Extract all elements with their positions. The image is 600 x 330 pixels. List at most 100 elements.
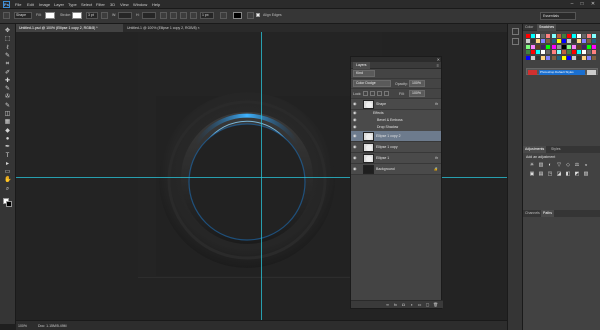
color-swatch[interactable] (561, 39, 566, 44)
color-swatch[interactable] (551, 55, 556, 60)
effect-row[interactable]: ◉ Drop Shadow (351, 124, 441, 131)
color-swatch[interactable] (556, 39, 561, 44)
color-swatch[interactable] (551, 50, 556, 55)
tool-mode-select[interactable]: Shape (14, 12, 32, 19)
swatch-grid[interactable] (526, 34, 598, 62)
color-swatch[interactable] (561, 44, 566, 49)
gradient-tool-icon[interactable]: ▦ (4, 119, 11, 126)
menu-window[interactable]: Window (133, 2, 147, 7)
adjustment-icon[interactable]: ☀ (529, 162, 535, 168)
color-swatch[interactable] (566, 34, 571, 38)
color-swatch[interactable] (566, 50, 571, 55)
color-swatch[interactable] (582, 55, 587, 60)
blend-mode-select[interactable]: Color Dodge (353, 80, 391, 87)
zoom-tool-icon[interactable]: ⌕ (4, 186, 11, 193)
adjustment-icon[interactable]: ▤ (538, 171, 544, 177)
color-swatch[interactable] (577, 55, 581, 60)
fx-badge[interactable]: fx (435, 156, 438, 160)
lock-position-icon[interactable] (377, 91, 382, 96)
color-swatch[interactable] (592, 44, 597, 49)
menu-filter[interactable]: Filter (96, 2, 105, 7)
color-swatch[interactable] (556, 44, 561, 49)
document-info[interactable]: Doc: 1.15M/5.49M (38, 324, 67, 328)
stroke-swatch[interactable] (72, 12, 82, 19)
menu-3d[interactable]: 3D (110, 2, 115, 7)
color-swatch[interactable] (526, 44, 530, 49)
color-swatch[interactable] (546, 34, 551, 38)
shape-tool-icon[interactable]: ▭ (4, 169, 11, 176)
path-arrangement-icon[interactable] (180, 12, 187, 19)
fx-badge[interactable]: fx (435, 102, 438, 106)
stroke-width-field[interactable]: 3 pt (86, 12, 98, 19)
color-swatch[interactable] (577, 50, 581, 55)
style-chip-selected[interactable]: Photoshop Default Styles (539, 70, 585, 75)
color-swatch[interactable] (531, 34, 536, 38)
color-swatch[interactable] (541, 50, 546, 55)
layer-row[interactable]: ◉ Ellipse 1 copy (351, 142, 441, 153)
eraser-tool-icon[interactable]: ◫ (4, 111, 11, 118)
properties-panel-icon[interactable] (512, 38, 519, 45)
color-swatch[interactable] (592, 50, 597, 55)
shape-tool-preset-icon[interactable] (3, 12, 10, 19)
radius-field[interactable]: 1 px (200, 12, 214, 19)
settings-gear-icon[interactable] (247, 12, 254, 19)
maximize-button[interactable]: □ (578, 1, 586, 7)
adjustment-icon[interactable]: ◳ (547, 171, 553, 177)
history-panel-icon[interactable] (512, 28, 519, 35)
color-swatch[interactable] (577, 44, 581, 49)
doc-tab[interactable]: Untitled-1 @ 100% (Ellipse 1 copy 2, RGB… (124, 24, 224, 32)
color-swatch[interactable] (582, 34, 587, 38)
menu-layer[interactable]: Layer (54, 2, 64, 7)
menu-view[interactable]: View (120, 2, 129, 7)
effects-eye-icon[interactable]: ◉ (353, 111, 358, 115)
color-swatch[interactable] (571, 39, 576, 44)
lock-transparent-icon[interactable] (363, 91, 368, 96)
effects-row[interactable]: ◉ Effects (351, 110, 441, 117)
visibility-eye-icon[interactable]: ◉ (353, 167, 358, 171)
tab-adjustments[interactable]: Adjustments (523, 146, 547, 153)
menu-image[interactable]: Image (39, 2, 50, 7)
color-swatch[interactable] (546, 55, 551, 60)
color-swatch[interactable] (551, 34, 556, 38)
effect-row[interactable]: ◉ Bevel & Emboss (351, 117, 441, 124)
opacity-field[interactable]: 100% (409, 80, 425, 87)
history-brush-icon[interactable]: ✎ (4, 103, 11, 110)
shape-preview-swatch[interactable] (233, 12, 242, 19)
color-swatch[interactable] (556, 55, 561, 60)
workspace-select[interactable]: Essentials (540, 12, 576, 20)
color-swatch[interactable] (531, 55, 536, 60)
tab-channels[interactable]: Channels (523, 210, 542, 217)
clone-stamp-icon[interactable]: ✇ (4, 94, 11, 101)
color-swatch[interactable] (531, 50, 536, 55)
adjustment-icon[interactable]: ◐ (547, 162, 553, 168)
visibility-eye-icon[interactable]: ◉ (353, 145, 358, 149)
align-edges-checkbox[interactable] (256, 13, 260, 17)
style-chip[interactable] (528, 70, 537, 75)
stroke-type-icon[interactable] (101, 12, 108, 19)
adjustment-icon[interactable]: ◒ (583, 162, 589, 168)
tab-layers[interactable]: Layers (353, 62, 370, 69)
adjustment-icon[interactable]: ▥ (538, 162, 544, 168)
menu-type[interactable]: Type (68, 2, 77, 7)
menu-select[interactable]: Select (81, 2, 92, 7)
color-swatch[interactable] (551, 39, 556, 44)
path-operations-icon[interactable] (160, 12, 167, 19)
color-swatch[interactable] (592, 55, 597, 60)
color-swatch[interactable] (582, 50, 587, 55)
color-swatch[interactable] (566, 44, 571, 49)
color-swatch[interactable] (546, 44, 551, 49)
geometry-options-icon[interactable] (190, 12, 197, 19)
color-swatch[interactable] (536, 39, 541, 44)
path-select-icon[interactable]: ▸ (4, 161, 11, 168)
color-swatch[interactable] (526, 39, 530, 44)
color-swatch[interactable] (587, 39, 592, 44)
style-chip[interactable] (587, 70, 596, 75)
vertical-guide[interactable] (261, 32, 262, 320)
adjustment-icon[interactable]: ▣ (529, 171, 535, 177)
color-swatch[interactable] (536, 50, 541, 55)
menu-edit[interactable]: Edit (27, 2, 34, 7)
layer-row[interactable]: ◉ Background 🔒 (351, 164, 441, 175)
marquee-tool-icon[interactable]: ⬚ (4, 36, 11, 43)
type-tool-icon[interactable]: T (4, 153, 11, 160)
tab-color[interactable]: Color (523, 24, 535, 31)
